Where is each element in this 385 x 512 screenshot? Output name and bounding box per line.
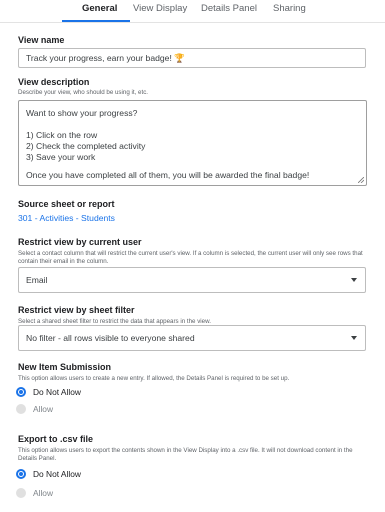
restrict-user-select[interactable]: Email (18, 267, 366, 293)
source-label: Source sheet or report (18, 199, 115, 209)
description-line: Want to show your progress? (26, 108, 138, 118)
view-name-label: View name (18, 35, 65, 45)
resize-grip-icon[interactable] (358, 177, 364, 183)
description-line: Once you have completed all of them, you… (26, 170, 310, 180)
radio-label: Do Not Allow (33, 387, 81, 397)
radio-label: Allow (33, 404, 54, 414)
caret-down-icon (351, 278, 357, 282)
source-sheet-link[interactable]: 301 - Activities - Students (18, 213, 115, 223)
view-description-textarea[interactable]: Want to show your progress? 1) Click on … (18, 100, 367, 186)
restrict-filter-label: Restrict view by sheet filter (18, 305, 135, 315)
restrict-user-help: Select a contact column that will restri… (18, 250, 363, 266)
tab-sharing[interactable]: Sharing (273, 3, 306, 14)
view-description-help: Describe your view, who should be using … (18, 89, 149, 96)
radio-label: Allow (33, 488, 54, 498)
active-tab-indicator (62, 20, 130, 22)
export-csv-label: Export to .csv file (18, 434, 94, 444)
caret-down-icon (351, 336, 357, 340)
tab-view-display[interactable]: View Display (133, 3, 187, 14)
new-item-help: This option allows users to create a new… (18, 375, 290, 382)
radio-checked-icon (16, 387, 26, 397)
restrict-filter-value: No filter - all rows visible to everyone… (26, 333, 195, 343)
radio-checked-icon (16, 469, 26, 479)
restrict-user-label: Restrict view by current user (18, 237, 142, 247)
tab-general[interactable]: General (82, 3, 117, 14)
description-line: 3) Save your work (26, 152, 96, 162)
tab-details-panel[interactable]: Details Panel (201, 3, 257, 14)
view-name-value: Track your progress, earn your badge! 🏆 (26, 53, 185, 63)
radio-label: Do Not Allow (33, 469, 81, 479)
description-line: 2) Check the completed activity (26, 141, 146, 151)
radio-unchecked-icon (16, 488, 26, 498)
export-csv-help: This option allows users to export the c… (18, 447, 353, 463)
description-line: 1) Click on the row (26, 130, 98, 140)
tab-bar: General View Display Details Panel Shari… (0, 0, 385, 23)
radio-unchecked-icon (16, 404, 26, 414)
restrict-user-value: Email (26, 275, 48, 285)
view-name-input[interactable]: Track your progress, earn your badge! 🏆 (18, 48, 366, 68)
restrict-filter-select[interactable]: No filter - all rows visible to everyone… (18, 325, 366, 351)
view-description-label: View description (18, 77, 90, 87)
new-item-label: New Item Submission (18, 362, 112, 372)
